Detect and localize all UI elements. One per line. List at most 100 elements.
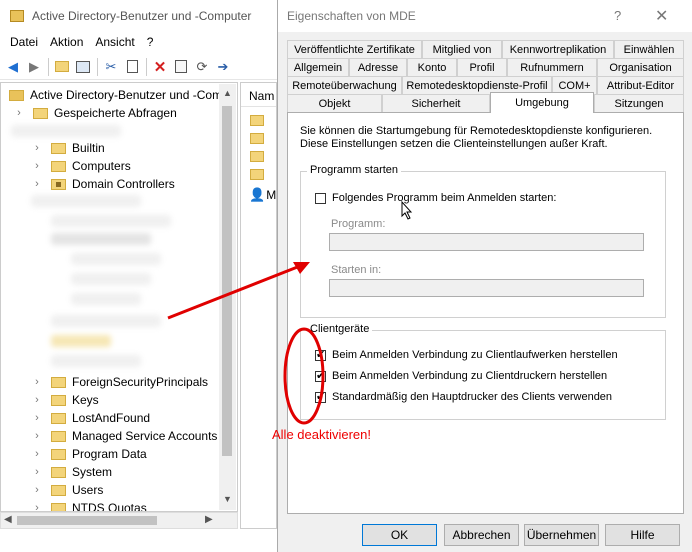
forward-icon[interactable]: ▶ — [26, 59, 42, 75]
back-icon[interactable]: ◀ — [5, 59, 21, 75]
tab-organisation[interactable]: Organisation — [597, 58, 684, 76]
export-icon[interactable]: ➔ — [215, 59, 231, 75]
tab-sitzungen[interactable]: Sitzungen — [594, 94, 684, 112]
tab-objekt[interactable]: Objekt — [287, 94, 382, 112]
help-button[interactable]: Hilfe — [605, 524, 680, 546]
cancel-button[interactable]: Abbrechen — [444, 524, 519, 546]
tree-item-label: Computers — [72, 159, 131, 173]
tree-horizontal-scroll-thumb[interactable] — [17, 516, 157, 525]
delete-icon[interactable]: ✕ — [152, 59, 168, 76]
tab-profil[interactable]: Profil — [457, 58, 507, 76]
tab-umgebung[interactable]: Umgebung — [490, 92, 594, 113]
list-item-folder-icon[interactable] — [250, 133, 264, 144]
redacted-tree-item — [71, 293, 141, 305]
tab-kennwortreplikation[interactable]: Kennwortreplikation — [502, 40, 614, 58]
tree-item-keys[interactable]: › Keys — [31, 391, 99, 409]
scroll-right-icon[interactable]: ▶ — [205, 514, 213, 525]
chevron-right-icon[interactable]: › — [31, 412, 43, 424]
tab-remoteueberwachung[interactable]: Remoteüberwachung — [287, 76, 402, 94]
list-pane[interactable]: Nam 👤 M — [240, 82, 277, 529]
list-item-folder-icon[interactable] — [250, 169, 264, 180]
tree-item-system[interactable]: › System — [31, 463, 112, 481]
programm-input[interactable] — [329, 233, 644, 251]
tab-adresse[interactable]: Adresse — [349, 58, 407, 76]
checkbox-clientdrucker-box[interactable] — [315, 369, 326, 383]
dialog-help-icon[interactable]: ? — [614, 8, 621, 23]
annotation-text: Alle deaktivieren! — [272, 427, 371, 442]
menu-ansicht[interactable]: Ansicht — [95, 35, 134, 49]
chevron-right-icon[interactable]: › — [31, 466, 43, 478]
chevron-right-icon[interactable]: › — [31, 502, 43, 511]
console-tree-icon[interactable] — [75, 59, 91, 75]
chevron-right-icon[interactable]: › — [31, 142, 43, 154]
up-folder-icon[interactable] — [54, 59, 70, 75]
list-item-user-label: M — [266, 188, 277, 202]
checkbox-clientlaufwerke-box[interactable] — [315, 348, 326, 362]
chevron-right-icon[interactable]: › — [13, 107, 25, 119]
tab-row-1: Veröffentlichte Zertifikate Mitglied von… — [287, 40, 684, 58]
tree-horizontal-scrollbar[interactable]: ◀ ▶ — [0, 512, 238, 529]
tree-vertical-scrollbar[interactable]: ▲ ▼ — [219, 84, 236, 510]
apply-button[interactable]: Übernehmen — [524, 524, 599, 546]
redacted-tree-item — [31, 195, 141, 207]
tab-konto[interactable]: Konto — [407, 58, 457, 76]
cut-icon[interactable]: ✂ — [103, 59, 119, 75]
tree-item-program-data[interactable]: › Program Data — [31, 445, 147, 463]
chevron-right-icon[interactable]: › — [31, 160, 43, 172]
dialog-close-icon[interactable]: ✕ — [655, 6, 668, 26]
tree-item-computers[interactable]: › Computers — [31, 157, 131, 175]
group-clientgeraete-label: Clientgeräte — [307, 323, 373, 335]
menu-datei[interactable]: Datei — [10, 35, 38, 49]
list-item-user[interactable]: 👤 M — [249, 187, 276, 203]
menu-bar: Datei Aktion Ansicht ? — [0, 32, 277, 52]
ok-button[interactable]: OK — [362, 524, 437, 546]
checkbox-clientdrucker[interactable]: Beim Anmelden Verbindung zu Clientdrucke… — [315, 369, 607, 383]
menu-aktion[interactable]: Aktion — [50, 35, 83, 49]
tab-veroeffentlichte-zertifikate[interactable]: Veröffentlichte Zertifikate — [287, 40, 422, 58]
chevron-right-icon[interactable]: › — [31, 394, 43, 406]
chevron-right-icon[interactable]: › — [31, 430, 43, 442]
chevron-right-icon[interactable]: › — [31, 376, 43, 388]
tree-item-builtin[interactable]: › Builtin — [31, 139, 105, 157]
checkbox-clientlaufwerke[interactable]: Beim Anmelden Verbindung zu Clientlaufwe… — [315, 348, 618, 362]
scroll-up-icon[interactable]: ▲ — [223, 88, 232, 98]
chevron-right-icon[interactable]: › — [31, 178, 43, 190]
tree-root[interactable]: Active Directory-Benutzer und -Com — [9, 86, 222, 104]
tab-attribut-editor[interactable]: Attribut-Editor — [597, 76, 684, 94]
tree-vertical-scroll-thumb[interactable] — [222, 106, 232, 456]
aduc-root-icon — [9, 89, 24, 101]
starten-in-input[interactable] — [329, 279, 644, 297]
tree-item-lost-and-found[interactable]: › LostAndFound — [31, 409, 150, 427]
scroll-left-icon[interactable]: ◀ — [4, 514, 12, 525]
chevron-right-icon[interactable]: › — [31, 484, 43, 496]
list-item-folder-icon[interactable] — [250, 115, 264, 126]
tree-item-foreign-security-principals[interactable]: › ForeignSecurityPrincipals — [31, 373, 208, 391]
tree-item-domain-controllers[interactable]: › Domain Controllers — [31, 175, 175, 193]
tab-sicherheit[interactable]: Sicherheit — [382, 94, 490, 112]
tab-allgemein[interactable]: Allgemein — [287, 58, 349, 76]
checkbox-hauptdrucker-box[interactable] — [315, 390, 326, 404]
aduc-app-icon — [10, 10, 24, 22]
refresh-icon[interactable]: ⟳ — [194, 59, 210, 75]
checkbox-programm-starten-box[interactable] — [315, 192, 326, 204]
checkbox-hauptdrucker[interactable]: Standardmäßig den Hauptdrucker des Clien… — [315, 390, 612, 404]
redacted-tree-item — [51, 233, 151, 245]
list-column-header-name[interactable]: Nam — [241, 83, 276, 107]
tree-item-users[interactable]: › Users — [31, 481, 103, 499]
properties-icon[interactable] — [173, 59, 189, 75]
tree-item-ntds-quotas[interactable]: › NTDS Quotas — [31, 499, 147, 511]
chevron-right-icon[interactable]: › — [31, 448, 43, 460]
menu-help[interactable]: ? — [147, 35, 154, 49]
checkbox-programm-starten[interactable]: Folgendes Programm beim Anmelden starten… — [315, 192, 556, 204]
scroll-down-icon[interactable]: ▼ — [223, 494, 232, 504]
tab-rufnummern[interactable]: Rufnummern — [507, 58, 597, 76]
tab-einwaehlen[interactable]: Einwählen — [614, 40, 684, 58]
tab-mitglied-von[interactable]: Mitglied von — [422, 40, 502, 58]
console-tree[interactable]: Active Directory-Benutzer und -Com › Ges… — [0, 82, 238, 512]
list-item-folder-icon[interactable] — [250, 151, 264, 162]
tree-item-managed-service-accounts[interactable]: › Managed Service Accounts — [31, 427, 217, 445]
copy-icon[interactable] — [124, 59, 140, 75]
folder-icon — [51, 412, 66, 424]
tab-row-3: Remoteüberwachung Remotedesktopdienste-P… — [287, 76, 684, 94]
tree-item-gespeicherte-abfragen[interactable]: › Gespeicherte Abfragen — [13, 104, 177, 122]
